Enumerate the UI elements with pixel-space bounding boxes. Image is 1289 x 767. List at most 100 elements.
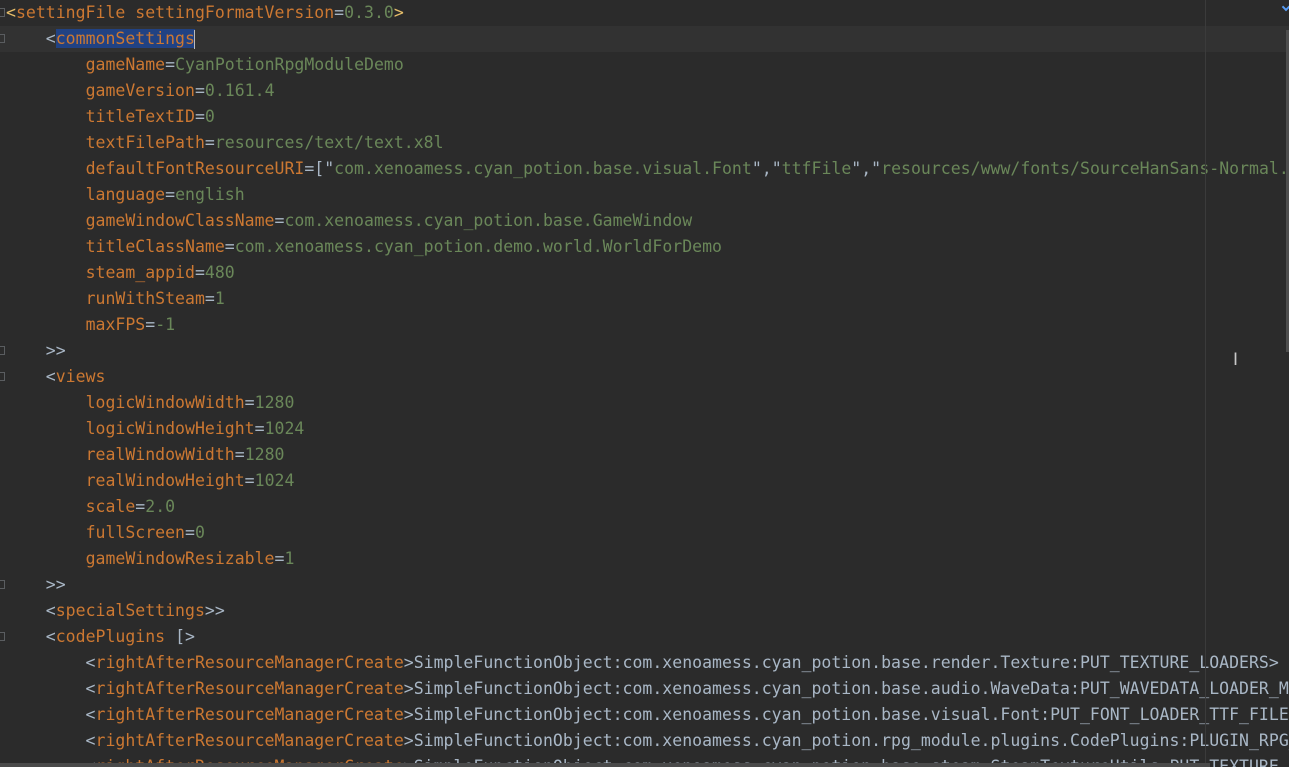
code-line[interactable]: titleTextID=0 (0, 104, 1289, 130)
attribute-value: -1 (155, 315, 176, 334)
code-line-text: fullScreen=0 (6, 520, 205, 546)
attribute-name: fullScreen (85, 523, 186, 542)
horizontal-scrollbar[interactable] (0, 763, 1210, 767)
code-punctuation (6, 263, 86, 282)
code-punctuation: < (6, 679, 96, 698)
code-line[interactable]: language=english (0, 182, 1289, 208)
code-punctuation: =[" (304, 159, 335, 178)
attribute-name: gameVersion (85, 81, 195, 100)
right-margin-guide (1205, 0, 1206, 767)
code-punctuation (6, 393, 86, 412)
code-line[interactable]: gameWindowClassName=com.xenoamess.cyan_p… (0, 208, 1289, 234)
code-punctuation (6, 549, 86, 568)
code-line[interactable]: scale=2.0 (0, 494, 1289, 520)
attribute-value: com.xenoamess.cyan_potion.base.visual.Fo… (334, 159, 752, 178)
fold-marker-icon[interactable] (0, 8, 5, 17)
code-punctuation: = (194, 107, 205, 126)
code-line-text: <rightAfterResourceManagerCreate>SimpleF… (6, 676, 1289, 702)
code-punctuation (6, 159, 86, 178)
fold-marker-icon[interactable] (0, 632, 5, 641)
fold-marker-icon[interactable] (0, 580, 5, 589)
code-line[interactable]: logicWindowHeight=1024 (0, 416, 1289, 442)
code-line[interactable]: <rightAfterResourceManagerCreate>SimpleF… (0, 728, 1289, 754)
code-line[interactable]: <rightAfterResourceManagerCreate>SimpleF… (0, 650, 1289, 676)
code-line[interactable]: >> (0, 572, 1289, 598)
code-line[interactable]: titleClassName=com.xenoamess.cyan_potion… (0, 234, 1289, 260)
code-line-text: <specialSettings>> (6, 598, 225, 624)
attribute-value: com.xenoamess.cyan_potion.base.GameWindo… (284, 211, 693, 230)
code-line[interactable]: gameVersion=0.161.4 (0, 78, 1289, 104)
code-line[interactable]: maxFPS=-1 (0, 312, 1289, 338)
code-line[interactable]: <views (0, 364, 1289, 390)
code-punctuation: < (6, 653, 96, 672)
attribute-value: english (175, 185, 245, 204)
code-punctuation: "," (851, 159, 882, 178)
tag-name: rightAfterResourceManagerCreate (95, 653, 404, 672)
code-line[interactable]: realWindowHeight=1024 (0, 468, 1289, 494)
code-line[interactable]: logicWindowWidth=1280 (0, 390, 1289, 416)
attribute-value: resources/text/text.x8l (214, 133, 444, 152)
code-punctuation: >SimpleFunctionObject:com.xenoamess.cyan… (403, 679, 1289, 698)
code-line-text: realWindowHeight=1024 (6, 468, 295, 494)
tag-name: views (55, 367, 106, 386)
code-punctuation: = (334, 3, 345, 22)
code-punctuation: >SimpleFunctionObject:com.xenoamess.cyan… (403, 653, 1279, 672)
code-line-text: maxFPS=-1 (6, 312, 176, 338)
code-line[interactable]: realWindowWidth=1280 (0, 442, 1289, 468)
code-punctuation: [> (165, 627, 195, 646)
code-line[interactable]: fullScreen=0 (0, 520, 1289, 546)
code-punctuation: >SimpleFunctionObject:com.xenoamess.cyan… (403, 705, 1289, 724)
code-line[interactable]: textFilePath=resources/text/text.x8l (0, 130, 1289, 156)
attribute-name: runWithSteam (85, 289, 205, 308)
tag-bracket: > (393, 3, 404, 22)
code-line-text: <views (6, 364, 106, 390)
code-line[interactable]: <codePlugins [> (0, 624, 1289, 650)
code-punctuation: = (145, 315, 156, 334)
code-line[interactable]: <specialSettings>> (0, 598, 1289, 624)
attribute-name: steam_appid (85, 263, 195, 282)
code-punctuation (6, 419, 86, 438)
code-line[interactable]: gameName=CyanPotionRpgModuleDemo (0, 52, 1289, 78)
code-punctuation: < (6, 627, 56, 646)
code-line[interactable]: steam_appid=480 (0, 260, 1289, 286)
attribute-name: realWindowWidth (85, 445, 235, 464)
attribute-value: 0 (194, 523, 205, 542)
code-punctuation (6, 497, 86, 516)
code-line[interactable]: <commonSettings (0, 26, 1289, 52)
code-punctuation (6, 55, 86, 74)
code-line[interactable]: >> (0, 338, 1289, 364)
code-editor[interactable]: <settingFile settingFormatVersion=0.3.0>… (0, 0, 1289, 767)
code-punctuation (6, 471, 86, 490)
code-punctuation: = (194, 81, 205, 100)
fold-marker-icon[interactable] (0, 372, 5, 381)
code-line[interactable]: <settingFile settingFormatVersion=0.3.0> (0, 0, 1289, 26)
code-punctuation: = (165, 55, 176, 74)
code-line[interactable]: <rightAfterResourceManagerCreate>SimpleF… (0, 702, 1289, 728)
code-line[interactable]: defaultFontResourceURI=["com.xenoamess.c… (0, 156, 1289, 182)
code-line[interactable]: gameWindowResizable=1 (0, 546, 1289, 572)
code-line-text: <rightAfterResourceManagerCreate>SimpleF… (6, 650, 1279, 676)
code-line-text: >> (6, 572, 66, 598)
attribute-name: textFilePath (85, 133, 205, 152)
fold-marker-icon[interactable] (0, 346, 5, 355)
code-line-text: language=english (6, 182, 245, 208)
code-line-text: <commonSettings (6, 26, 195, 52)
code-line[interactable]: <rightAfterResourceManagerCreate>SimpleF… (0, 676, 1289, 702)
attribute-value: 2.0 (145, 497, 176, 516)
code-line-text: gameWindowClassName=com.xenoamess.cyan_p… (6, 208, 693, 234)
fold-marker-icon[interactable] (0, 34, 5, 43)
code-line-text: runWithSteam=1 (6, 286, 225, 312)
code-line-text: scale=2.0 (6, 494, 176, 520)
code-line[interactable]: runWithSteam=1 (0, 286, 1289, 312)
code-punctuation: = (244, 471, 255, 490)
code-line-text: logicWindowHeight=1024 (6, 416, 305, 442)
tag-name: specialSettings (55, 601, 205, 620)
code-line-text: titleTextID=0 (6, 104, 215, 130)
code-punctuation: = (165, 185, 176, 204)
code-punctuation: = (185, 523, 195, 542)
code-line-text: gameVersion=0.161.4 (6, 78, 275, 104)
attribute-value: ttfFile (781, 159, 852, 178)
code-line-text: >> (6, 338, 66, 364)
code-line-text: gameName=CyanPotionRpgModuleDemo (6, 52, 404, 78)
attribute-name: gameWindowResizable (85, 549, 275, 568)
